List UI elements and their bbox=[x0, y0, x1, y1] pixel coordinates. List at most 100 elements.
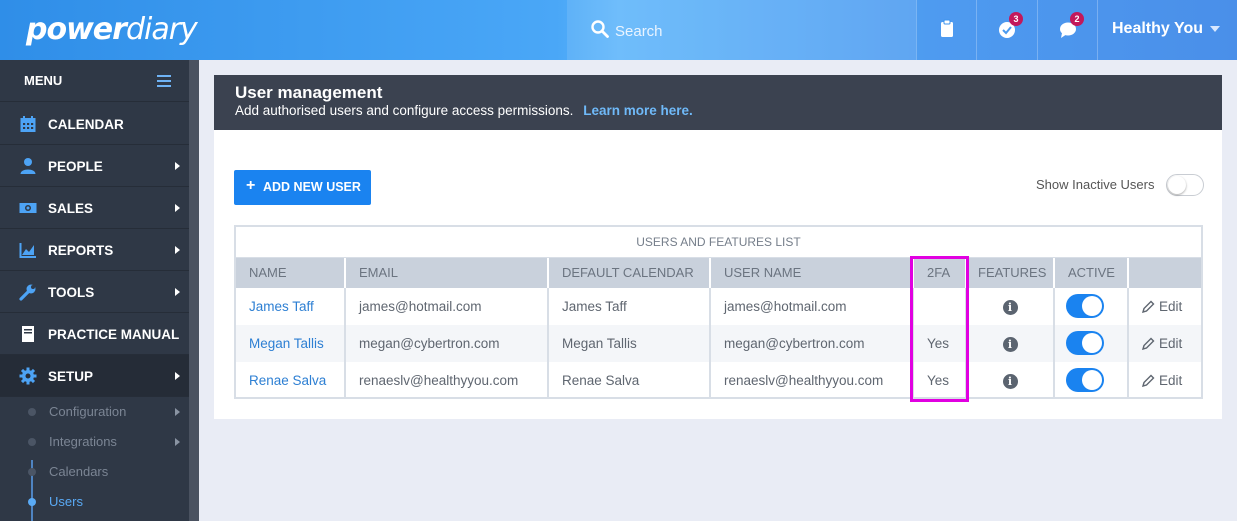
edit-button[interactable]: Edit bbox=[1129, 362, 1201, 399]
toggle-knob bbox=[1168, 176, 1186, 194]
user-default-calendar: James Taff bbox=[549, 288, 711, 325]
user-default-calendar: Megan Tallis bbox=[549, 325, 711, 362]
caret-right-icon bbox=[175, 204, 180, 212]
sidebar-item-sales[interactable]: SALES bbox=[0, 187, 189, 229]
add-new-user-button[interactable]: + ADD NEW USER bbox=[234, 170, 371, 205]
user-email: james@hotmail.com bbox=[346, 288, 549, 325]
sidebar-item-label: PEOPLE bbox=[48, 159, 103, 174]
pencil-icon bbox=[1141, 337, 1155, 351]
learn-more-link[interactable]: Learn more here. bbox=[583, 103, 693, 118]
users-table: USERS AND FEATURES LIST NAME EMAIL DEFAU… bbox=[234, 225, 1203, 399]
caret-right-icon bbox=[175, 288, 180, 296]
column-header-features: FEATURES bbox=[967, 258, 1055, 288]
table-row: Renae Salva renaeslv@healthyyou.com Rena… bbox=[236, 362, 1201, 399]
show-inactive-toggle[interactable] bbox=[1166, 174, 1204, 196]
submenu-item-configuration[interactable]: Configuration bbox=[0, 397, 189, 427]
submenu-dot bbox=[28, 468, 36, 476]
user-email: megan@cybertron.com bbox=[346, 325, 549, 362]
user-name-link[interactable]: James Taff bbox=[236, 288, 346, 325]
page-header: User management Add authorised users and… bbox=[214, 75, 1222, 130]
edit-label: Edit bbox=[1159, 299, 1183, 314]
top-bar: powerdiary 3 2 Healthy You bbox=[0, 0, 1237, 60]
page-body: + ADD NEW USER Show Inactive Users USERS… bbox=[214, 130, 1222, 419]
messages-button[interactable]: 2 bbox=[1037, 0, 1097, 60]
active-toggle[interactable] bbox=[1066, 331, 1104, 355]
sidebar-item-reports[interactable]: REPORTS bbox=[0, 229, 189, 271]
clipboard-icon bbox=[941, 19, 953, 37]
info-icon[interactable]: i bbox=[1002, 373, 1018, 389]
sidebar-item-label: TOOLS bbox=[48, 285, 95, 300]
caret-right-icon bbox=[175, 372, 180, 380]
info-icon[interactable]: i bbox=[1002, 336, 1018, 352]
menu-title: MENU bbox=[24, 73, 63, 88]
person-icon bbox=[20, 158, 36, 174]
page-subtitle-text: Add authorised users and configure acces… bbox=[235, 103, 574, 118]
user-name-link[interactable]: Megan Tallis bbox=[236, 325, 346, 362]
sidebar-item-setup[interactable]: SETUP bbox=[0, 355, 189, 397]
active-toggle[interactable] bbox=[1066, 294, 1104, 318]
edit-button[interactable]: Edit bbox=[1129, 325, 1201, 362]
chart-icon bbox=[19, 243, 36, 258]
book-icon bbox=[22, 326, 34, 342]
add-new-user-label: ADD NEW USER bbox=[263, 180, 361, 194]
submenu-item-integrations[interactable]: Integrations bbox=[0, 427, 189, 457]
sidebar-item-practice-manual[interactable]: PRACTICE MANUAL bbox=[0, 313, 189, 355]
user-name-link[interactable]: Renae Salva bbox=[236, 362, 346, 399]
table-header: NAME EMAIL DEFAULT CALENDAR USER NAME 2F… bbox=[236, 258, 1201, 288]
column-header-actions bbox=[1129, 258, 1201, 288]
sidebar-item-calendar[interactable]: CALENDAR bbox=[0, 103, 189, 145]
show-inactive-label: Show Inactive Users bbox=[1036, 177, 1155, 192]
2fa-column-highlight bbox=[910, 256, 969, 402]
user-name: Healthy You bbox=[1112, 20, 1203, 37]
sidebar: MENU CALENDAR PEOPLE SALES REPORTS TOOLS… bbox=[0, 60, 189, 521]
pencil-icon bbox=[1141, 300, 1155, 314]
user-username: megan@cybertron.com bbox=[711, 325, 914, 362]
tasks-button[interactable]: 3 bbox=[976, 0, 1036, 60]
sidebar-item-people[interactable]: PEOPLE bbox=[0, 145, 189, 187]
submenu-label: Configuration bbox=[49, 404, 127, 419]
column-header-default-calendar: DEFAULT CALENDAR bbox=[549, 258, 711, 288]
user-features: i bbox=[967, 288, 1055, 325]
toggle-knob bbox=[1082, 333, 1102, 353]
user-active bbox=[1055, 325, 1129, 362]
submenu-item-users[interactable]: Users bbox=[0, 487, 189, 517]
search-input[interactable] bbox=[615, 20, 895, 42]
sidebar-item-tools[interactable]: TOOLS bbox=[0, 271, 189, 313]
search-box[interactable] bbox=[567, 0, 916, 60]
active-toggle[interactable] bbox=[1066, 368, 1104, 392]
edit-button[interactable]: Edit bbox=[1129, 288, 1201, 325]
edit-label: Edit bbox=[1159, 336, 1183, 351]
submenu-dot bbox=[28, 438, 36, 446]
caret-down-icon bbox=[1210, 26, 1220, 32]
user-features: i bbox=[967, 325, 1055, 362]
caret-right-icon bbox=[175, 162, 180, 170]
calendar-icon bbox=[20, 116, 36, 132]
table-row: James Taff james@hotmail.com James Taff … bbox=[236, 288, 1201, 325]
column-header-user-name: USER NAME bbox=[711, 258, 914, 288]
user-active bbox=[1055, 362, 1129, 399]
submenu-dot bbox=[28, 498, 36, 506]
sidebar-item-label: CALENDAR bbox=[48, 117, 124, 132]
sidebar-item-label: SALES bbox=[48, 201, 94, 216]
page-title: User management bbox=[235, 83, 383, 102]
table-caption: USERS AND FEATURES LIST bbox=[236, 227, 1201, 258]
menu-header: MENU bbox=[0, 60, 189, 102]
toggle-knob bbox=[1082, 370, 1102, 390]
submenu-label: Integrations bbox=[49, 434, 117, 449]
submenu-dot bbox=[28, 408, 36, 416]
user-menu[interactable]: Healthy You bbox=[1097, 0, 1237, 60]
page-subtitle: Add authorised users and configure acces… bbox=[235, 103, 693, 118]
user-username: renaeslv@healthyyou.com bbox=[711, 362, 914, 399]
user-email: renaeslv@healthyyou.com bbox=[346, 362, 549, 399]
hamburger-icon[interactable] bbox=[157, 75, 171, 87]
submenu-item-calendars[interactable]: Calendars bbox=[0, 457, 189, 487]
caret-right-icon bbox=[175, 408, 180, 416]
info-icon[interactable]: i bbox=[1002, 299, 1018, 315]
user-default-calendar: Renae Salva bbox=[549, 362, 711, 399]
clipboard-button[interactable] bbox=[916, 0, 976, 60]
search-icon bbox=[591, 20, 609, 38]
tasks-badge: 3 bbox=[1009, 12, 1023, 26]
caret-right-icon bbox=[175, 246, 180, 254]
column-header-email: EMAIL bbox=[346, 258, 549, 288]
powerdiary-logo[interactable]: powerdiary bbox=[26, 12, 198, 47]
